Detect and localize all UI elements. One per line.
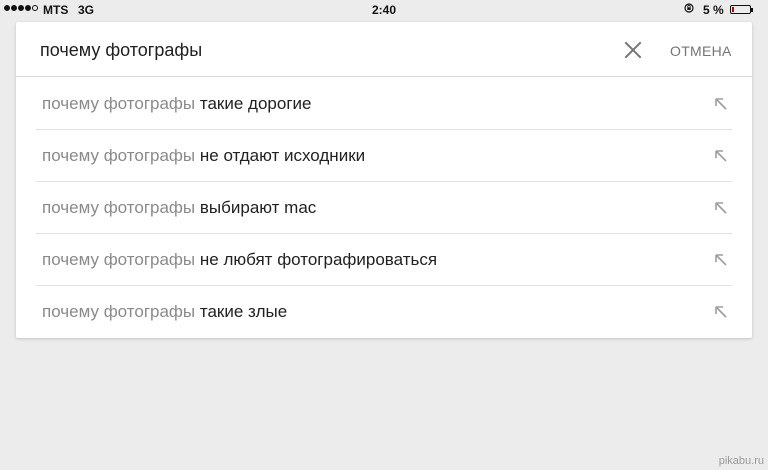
close-icon[interactable] (622, 39, 644, 61)
suggestion-text: почему фотографы такие злые (42, 302, 287, 322)
suggestion-item[interactable]: почему фотографы такие злые (36, 286, 732, 338)
search-bar: ОТМЕНА (16, 22, 752, 77)
suggestion-completion: не отдают исходники (199, 146, 366, 165)
rotation-lock-icon (684, 3, 694, 13)
suggestion-text: почему фотографы выбирают mac (42, 198, 316, 218)
suggestion-completion: такие дорогие (199, 94, 312, 113)
suggestion-completion: такие злые (199, 302, 288, 321)
suggestion-text: почему фотографы не любят фотографироват… (42, 250, 437, 270)
battery-icon (730, 5, 751, 14)
arrow-up-left-icon[interactable] (714, 97, 728, 111)
suggestion-item[interactable]: почему фотографы такие дорогие (36, 78, 732, 130)
suggestion-completion: не любят фотографироваться (199, 250, 438, 269)
suggestion-prefix: почему фотографы (42, 198, 196, 217)
watermark: pikabu.ru (718, 455, 764, 467)
battery-tip (751, 8, 753, 12)
battery-percent: 5 % (703, 3, 724, 17)
suggestion-prefix: почему фотографы (42, 94, 196, 113)
suggestion-item[interactable]: почему фотографы не отдают исходники (36, 130, 732, 182)
suggestion-prefix: почему фотографы (42, 250, 196, 269)
suggestion-prefix: почему фотографы (42, 146, 196, 165)
status-bar: MTS 3G 2:40 5 % (0, 0, 768, 20)
cancel-button[interactable]: ОТМЕНА (670, 43, 732, 59)
suggestion-text: почему фотографы не отдают исходники (42, 146, 365, 166)
suggestion-text: почему фотографы такие дорогие (42, 94, 311, 114)
suggestion-item[interactable]: почему фотографы выбирают mac (36, 182, 732, 234)
arrow-up-left-icon[interactable] (714, 253, 728, 267)
suggestion-prefix: почему фотографы (42, 302, 196, 321)
search-input[interactable] (40, 37, 600, 63)
arrow-up-left-icon[interactable] (714, 149, 728, 163)
arrow-up-left-icon[interactable] (714, 201, 728, 215)
suggestion-item[interactable]: почему фотографы не любят фотографироват… (36, 234, 732, 286)
battery-level (732, 7, 734, 12)
suggestion-completion: выбирают mac (199, 198, 317, 217)
suggestion-list: почему фотографы такие дорогие почему фо… (36, 78, 732, 338)
search-card: ОТМЕНА почему фотографы такие дорогие по… (16, 22, 752, 338)
clock: 2:40 (371, 3, 397, 17)
arrow-up-left-icon[interactable] (714, 305, 728, 319)
